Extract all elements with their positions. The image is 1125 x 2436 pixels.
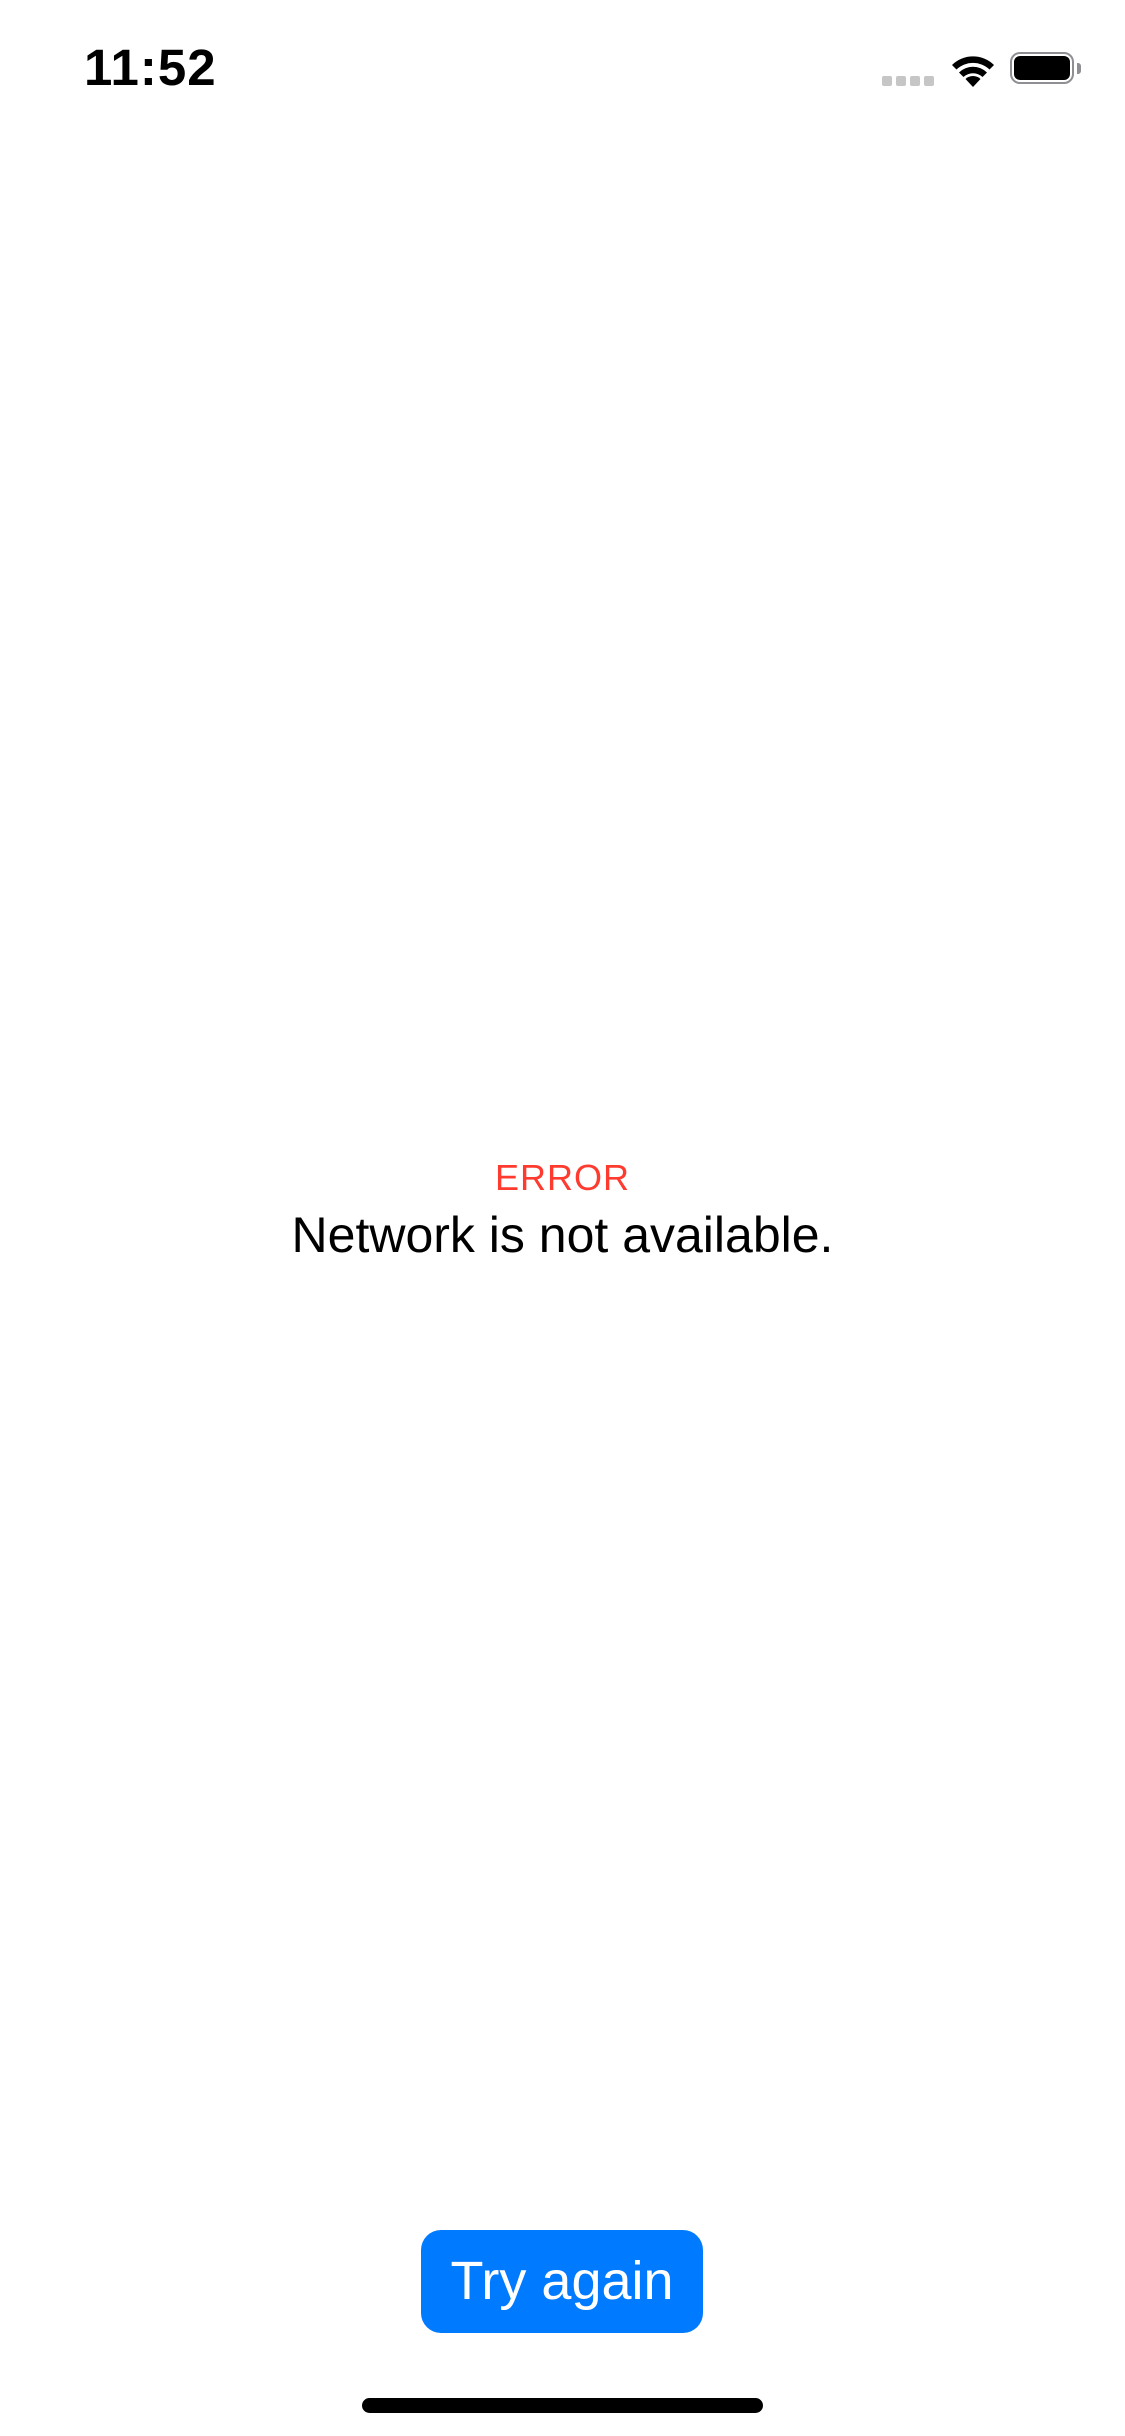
error-message-block: ERROR Network is not available.: [0, 1156, 1125, 1264]
wifi-icon: [952, 56, 994, 87]
try-again-button[interactable]: Try again: [421, 2230, 703, 2333]
cellular-signal-icon: [882, 76, 936, 86]
home-indicator[interactable]: [362, 2398, 763, 2413]
status-bar: 11:52: [0, 0, 1125, 140]
error-label: ERROR: [494, 1157, 630, 1198]
error-message: Network is not available.: [291, 1207, 834, 1263]
battery-icon: [1010, 52, 1082, 88]
status-time: 11:52: [84, 39, 217, 96]
